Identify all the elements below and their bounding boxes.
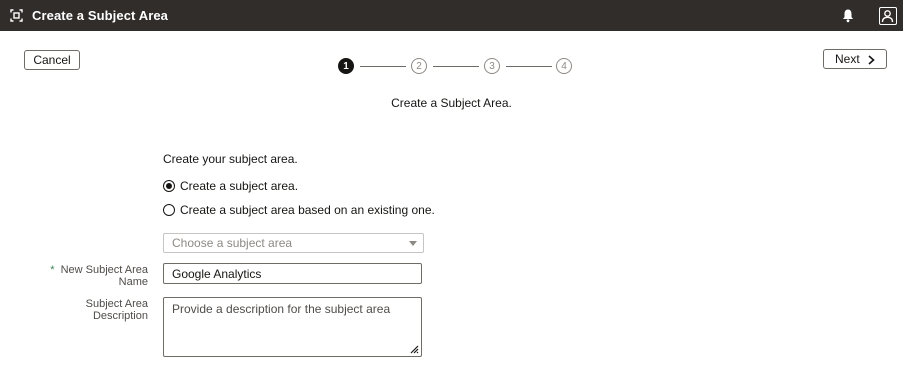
train-connector xyxy=(360,66,406,67)
cancel-button[interactable]: Cancel xyxy=(24,50,80,70)
next-button[interactable]: Next xyxy=(823,49,887,69)
subject-area-name-input[interactable]: Google Analytics xyxy=(163,263,422,284)
radio-label: Create a subject area. xyxy=(180,179,299,193)
name-field-label: * New Subject Area Name xyxy=(50,264,148,288)
window-title: Create a Subject Area xyxy=(32,8,169,23)
caret-down-icon xyxy=(409,241,417,246)
next-button-label: Next xyxy=(835,52,860,66)
bell-icon[interactable] xyxy=(841,8,855,23)
user-profile-icon[interactable] xyxy=(879,7,897,25)
subject-area-select[interactable]: Choose a subject area xyxy=(163,233,424,253)
radio-create-from-existing[interactable]: Create a subject area based on an existi… xyxy=(163,203,435,217)
page-subtitle: Create a Subject Area. xyxy=(391,96,512,110)
description-placeholder: Provide a description for the subject ar… xyxy=(172,302,391,316)
train-step-2[interactable]: 2 xyxy=(411,58,427,74)
train-step-3[interactable]: 3 xyxy=(484,58,500,74)
section-heading: Create your subject area. xyxy=(163,152,298,166)
chevron-right-icon xyxy=(868,55,875,65)
name-input-value: Google Analytics xyxy=(172,266,262,281)
radio-button-selected[interactable] xyxy=(163,180,175,192)
step-train: 1 2 3 4 xyxy=(338,58,578,76)
radio-create-new[interactable]: Create a subject area. xyxy=(163,179,298,193)
resize-handle-icon[interactable] xyxy=(409,344,419,354)
subject-area-description-textarea[interactable]: Provide a description for the subject ar… xyxy=(163,297,422,357)
train-connector xyxy=(433,66,479,67)
radio-button[interactable] xyxy=(163,204,175,216)
title-bar: Create a Subject Area xyxy=(0,0,903,31)
subject-area-icon xyxy=(10,9,23,22)
required-marker: * xyxy=(50,264,55,276)
train-step-4[interactable]: 4 xyxy=(556,58,572,74)
radio-label: Create a subject area based on an existi… xyxy=(180,203,435,217)
select-placeholder: Choose a subject area xyxy=(172,236,293,250)
description-field-label: Subject Area Description xyxy=(85,298,148,322)
train-step-1[interactable]: 1 xyxy=(338,58,354,74)
train-connector xyxy=(506,66,552,67)
